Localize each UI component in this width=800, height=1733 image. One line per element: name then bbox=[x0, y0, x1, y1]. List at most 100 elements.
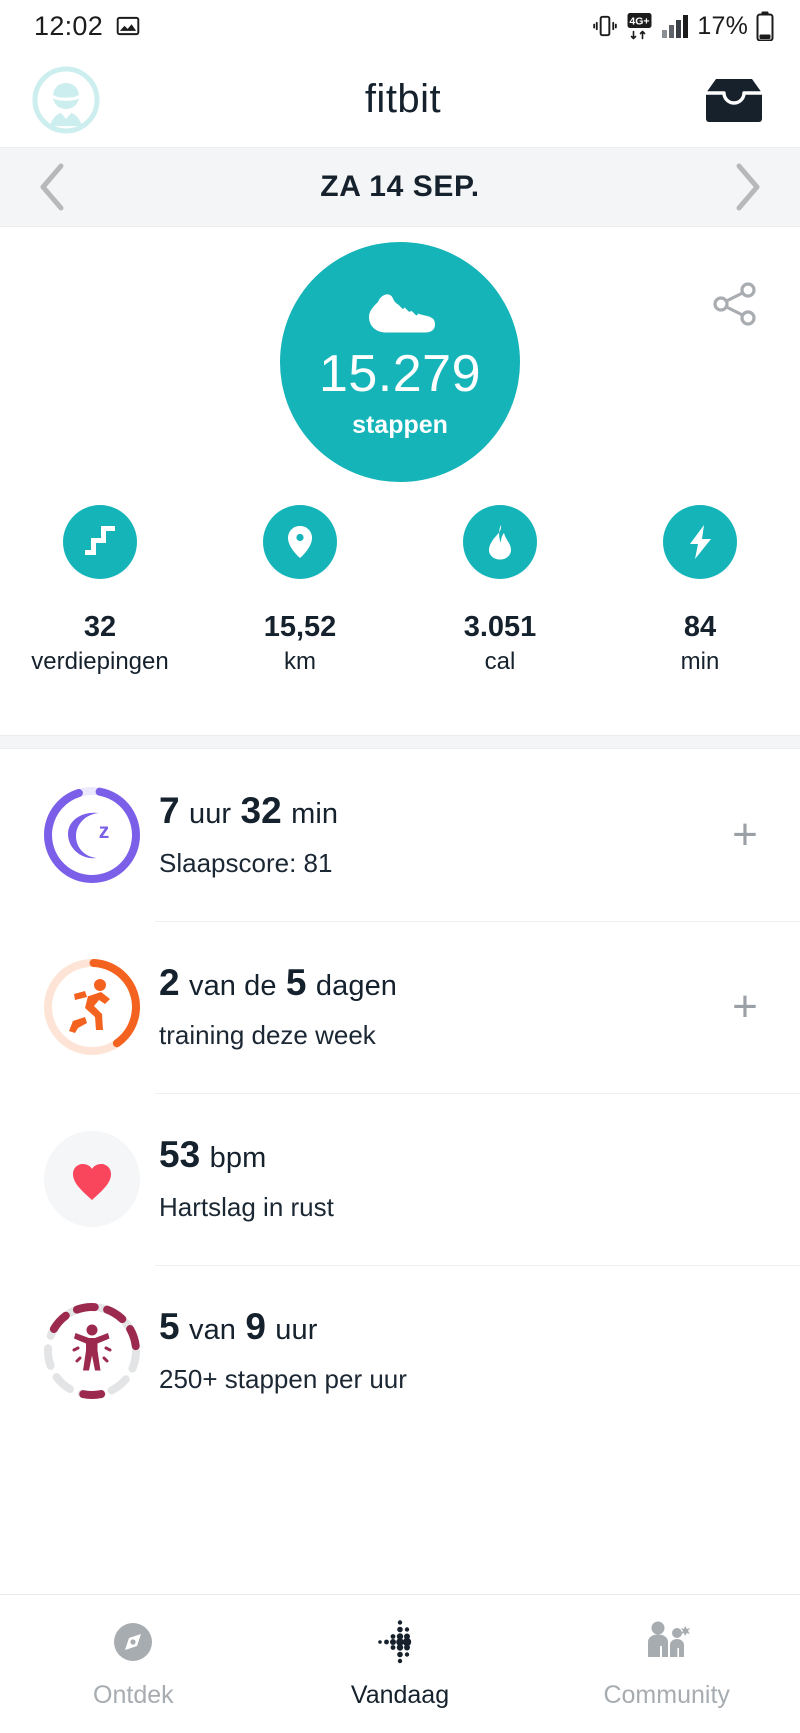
exercise-days-unit: dagen bbox=[315, 970, 398, 1003]
heart-rate-title: 53 bpm bbox=[159, 1134, 690, 1176]
stat-distance[interactable]: 15,52 km bbox=[200, 505, 400, 676]
exercise-days-done: 2 bbox=[159, 962, 180, 1004]
battery-percent: 17% bbox=[697, 11, 748, 40]
exercise-body: 2 van de 5 dagen training deze week bbox=[155, 921, 690, 1093]
stat-active-minutes-value: 84 bbox=[683, 611, 717, 643]
sleep-add-button[interactable]: + bbox=[690, 749, 800, 921]
stat-floors-unit: verdiepingen bbox=[31, 648, 169, 676]
share-icon bbox=[713, 282, 756, 326]
date-next-button[interactable] bbox=[724, 163, 770, 211]
stat-calories[interactable]: 3.051 cal bbox=[400, 505, 600, 676]
metrics-list: z 7 uur 32 min Slaapscore: 81 + 2 van de… bbox=[0, 749, 800, 1594]
hourly-hours-done: 5 bbox=[159, 1306, 180, 1348]
inbox-icon[interactable] bbox=[702, 74, 766, 126]
hourly-activity-body: 5 van 9 uur 250+ stappen per uur bbox=[155, 1265, 690, 1437]
hourly-hours-unit: uur bbox=[275, 1314, 318, 1347]
sleep-subtitle: Slaapscore: 81 bbox=[159, 847, 333, 878]
nav-item-vandaag[interactable]: Vandaag bbox=[267, 1617, 534, 1710]
stat-distance-value: 15,52 bbox=[263, 611, 337, 643]
brand-logo: fitbit bbox=[364, 77, 442, 121]
heart-rate-unit: bpm bbox=[209, 1142, 267, 1175]
tile-sleep[interactable]: z 7 uur 32 min Slaapscore: 81 + bbox=[0, 749, 800, 921]
sleep-hours-value: 7 bbox=[159, 790, 180, 832]
hourly-activity-title: 5 van 9 uur bbox=[159, 1306, 690, 1348]
battery-icon bbox=[756, 11, 774, 41]
sleep-hours-unit: uur bbox=[188, 798, 232, 831]
steps-hero-section: 15.279 stappen 32 verdiepingen 15,52 km … bbox=[0, 227, 800, 735]
stat-active-minutes-unit: min bbox=[680, 648, 720, 676]
section-divider bbox=[0, 735, 800, 749]
hourly-activity-subtitle: 250+ stappen per uur bbox=[159, 1363, 407, 1394]
steps-label: stappen bbox=[352, 411, 448, 439]
stairs-icon bbox=[85, 526, 115, 555]
image-icon bbox=[115, 13, 141, 39]
network-4g-plus-icon: 4G+ bbox=[626, 12, 653, 40]
sleep-body: 7 uur 32 min Slaapscore: 81 bbox=[155, 749, 690, 921]
current-date-label[interactable]: ZA 14 SEP. bbox=[320, 170, 479, 204]
steps-dial[interactable]: 15.279 stappen bbox=[280, 242, 520, 482]
fitbit-dots-icon bbox=[375, 1617, 425, 1667]
nav-item-community[interactable]: Community bbox=[533, 1617, 800, 1710]
tile-hourly-activity[interactable]: 5 van 9 uur 250+ stappen per uur bbox=[0, 1265, 800, 1437]
chevron-left-icon bbox=[40, 163, 64, 211]
sleep-minutes-value: 32 bbox=[240, 790, 282, 832]
heart-rate-body: 53 bpm Hartslag in rust bbox=[155, 1093, 690, 1265]
hourly-hours-goal: 9 bbox=[245, 1306, 266, 1348]
stat-floors[interactable]: 32 verdiepingen bbox=[0, 505, 200, 676]
plus-icon: + bbox=[732, 982, 758, 1031]
svg-text:z: z bbox=[98, 820, 109, 843]
chevron-right-icon bbox=[736, 163, 760, 211]
lightning-bolt-icon bbox=[690, 525, 711, 559]
exercise-subtitle: training deze week bbox=[159, 1019, 376, 1050]
avatar[interactable] bbox=[28, 62, 104, 138]
heart-icon bbox=[43, 1131, 140, 1227]
stat-calories-unit: cal bbox=[484, 648, 516, 676]
stat-calories-value: 3.051 bbox=[463, 611, 537, 643]
hourly-connector: van bbox=[188, 1314, 237, 1347]
share-button[interactable] bbox=[708, 277, 762, 331]
app-header: fitbit bbox=[0, 52, 800, 147]
status-bar: 12:02 4G+ 17% bbox=[0, 0, 800, 52]
moon-sleep-icon: z bbox=[43, 787, 140, 883]
avatar-icon bbox=[32, 66, 100, 133]
heart-rate-value: 53 bbox=[159, 1134, 201, 1176]
plus-icon: + bbox=[732, 810, 758, 859]
flame-icon-circle bbox=[463, 505, 537, 579]
vibrate-icon bbox=[592, 13, 618, 39]
running-person-icon bbox=[43, 958, 140, 1055]
people-icon bbox=[639, 1617, 695, 1667]
exercise-ring bbox=[28, 921, 155, 1093]
stat-distance-unit: km bbox=[284, 648, 316, 676]
svg-text:4G+: 4G+ bbox=[630, 16, 650, 28]
lightning-bolt-icon-circle bbox=[663, 505, 737, 579]
stat-floors-value: 32 bbox=[83, 611, 117, 643]
stat-active-minutes[interactable]: 84 min bbox=[600, 505, 800, 676]
location-pin-icon bbox=[288, 526, 312, 558]
tile-resting-heart-rate[interactable]: 53 bpm Hartslag in rust bbox=[0, 1093, 800, 1265]
exercise-days-goal: 5 bbox=[285, 962, 307, 1004]
nav-item-ontdek[interactable]: Ontdek bbox=[0, 1617, 267, 1710]
sleep-ring: z bbox=[28, 749, 155, 921]
heart-rate-subtitle: Hartslag in rust bbox=[159, 1191, 334, 1222]
date-prev-button[interactable] bbox=[30, 163, 76, 211]
nav-label-ontdek: Ontdek bbox=[93, 1681, 174, 1709]
nav-label-community: Community bbox=[603, 1681, 730, 1709]
exercise-add-button[interactable]: + bbox=[690, 921, 800, 1093]
nav-label-vandaag: Vandaag bbox=[350, 1681, 450, 1709]
tile-exercise[interactable]: 2 van de 5 dagen training deze week + bbox=[0, 921, 800, 1093]
compass-icon bbox=[108, 1617, 158, 1667]
status-time: 12:02 bbox=[34, 10, 104, 41]
exercise-title: 2 van de 5 dagen bbox=[159, 962, 690, 1004]
status-bar-right: 4G+ 17% bbox=[592, 11, 774, 41]
signal-bars-icon bbox=[661, 13, 689, 39]
status-bar-left: 12:02 bbox=[34, 11, 141, 42]
standing-person-icon bbox=[43, 1303, 140, 1400]
stairs-icon-circle bbox=[63, 505, 137, 579]
heart-rate-spacer bbox=[690, 1093, 800, 1265]
hourly-activity-spacer bbox=[690, 1265, 800, 1437]
bottom-navigation: Ontdek Vandaag Community bbox=[0, 1594, 800, 1733]
steps-value: 15.279 bbox=[318, 345, 482, 403]
sleep-minutes-unit: min bbox=[291, 798, 339, 831]
stat-row: 32 verdiepingen 15,52 km 3.051 cal 84 mi… bbox=[0, 505, 800, 676]
flame-icon bbox=[489, 525, 511, 560]
